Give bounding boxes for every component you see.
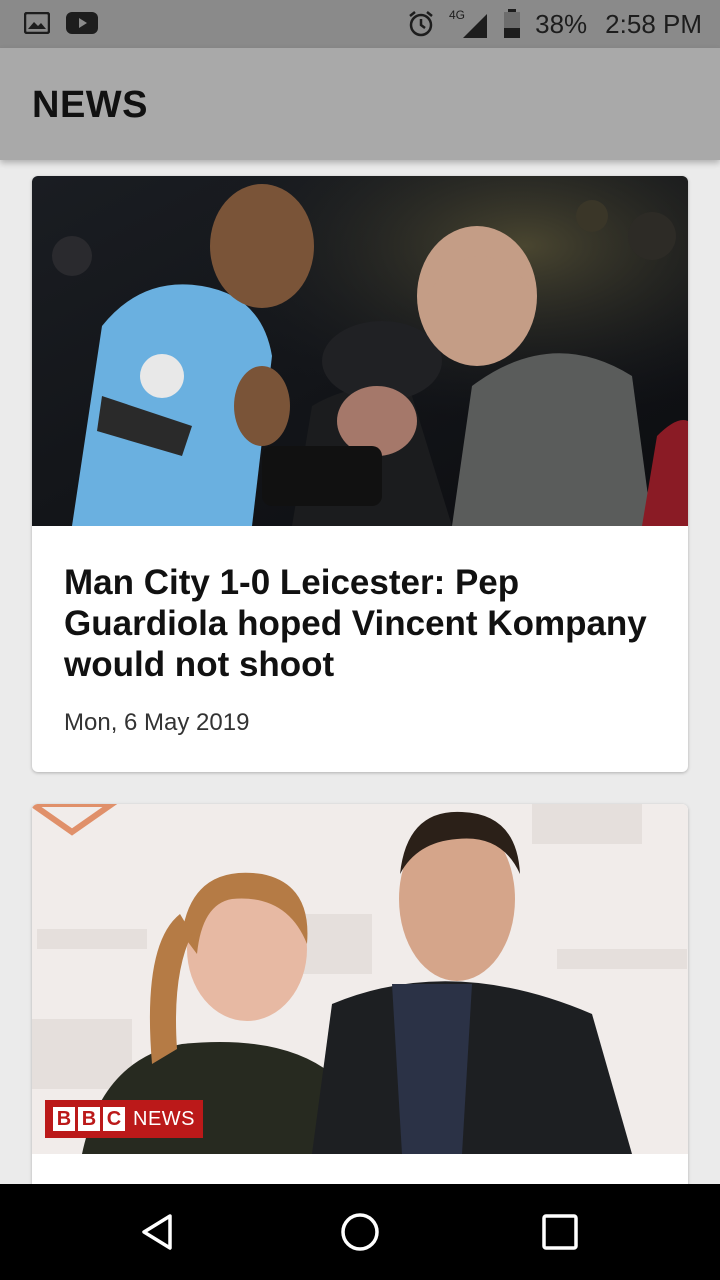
battery-icon: [504, 9, 521, 38]
bbc-news-label: NEWS: [133, 1107, 195, 1130]
home-icon[interactable]: [336, 1208, 384, 1256]
back-icon[interactable]: [136, 1208, 184, 1256]
bbc-logo-box: C: [103, 1107, 125, 1131]
app-bar: NEWS: [0, 48, 720, 160]
article-image[interactable]: [32, 176, 688, 526]
youtube-icon: [66, 12, 98, 34]
bbc-logo-box: B: [53, 1107, 75, 1131]
alarm-icon: [409, 11, 433, 37]
article-image[interactable]: B B C NEWS: [32, 804, 688, 1154]
bbc-news-badge: B B C NEWS: [45, 1100, 203, 1138]
signal-icon: 4G: [449, 8, 488, 38]
gallery-icon: [24, 12, 50, 34]
page-title: NEWS: [32, 84, 148, 126]
recents-icon[interactable]: [536, 1208, 584, 1256]
battery-percent: 38%: [535, 8, 588, 39]
article-date: Mon, 6 May 2019: [64, 709, 250, 736]
news-feed[interactable]: Man City 1-0 Leicester: Pep Guardiola ho…: [0, 160, 720, 1184]
article-title[interactable]: Man City 1-0 Leicester: Pep Guardiola ho…: [64, 562, 656, 685]
navigation-bar: [0, 1184, 720, 1280]
news-card[interactable]: Man City 1-0 Leicester: Pep Guardiola ho…: [32, 176, 688, 772]
status-time: 2:58 PM: [605, 8, 702, 39]
status-bar: 4G 38% 2:58 PM: [0, 0, 720, 48]
svg-text:4G: 4G: [449, 8, 465, 22]
news-card[interactable]: B B C NEWS: [32, 804, 688, 1184]
bbc-logo-box: B: [78, 1107, 100, 1131]
